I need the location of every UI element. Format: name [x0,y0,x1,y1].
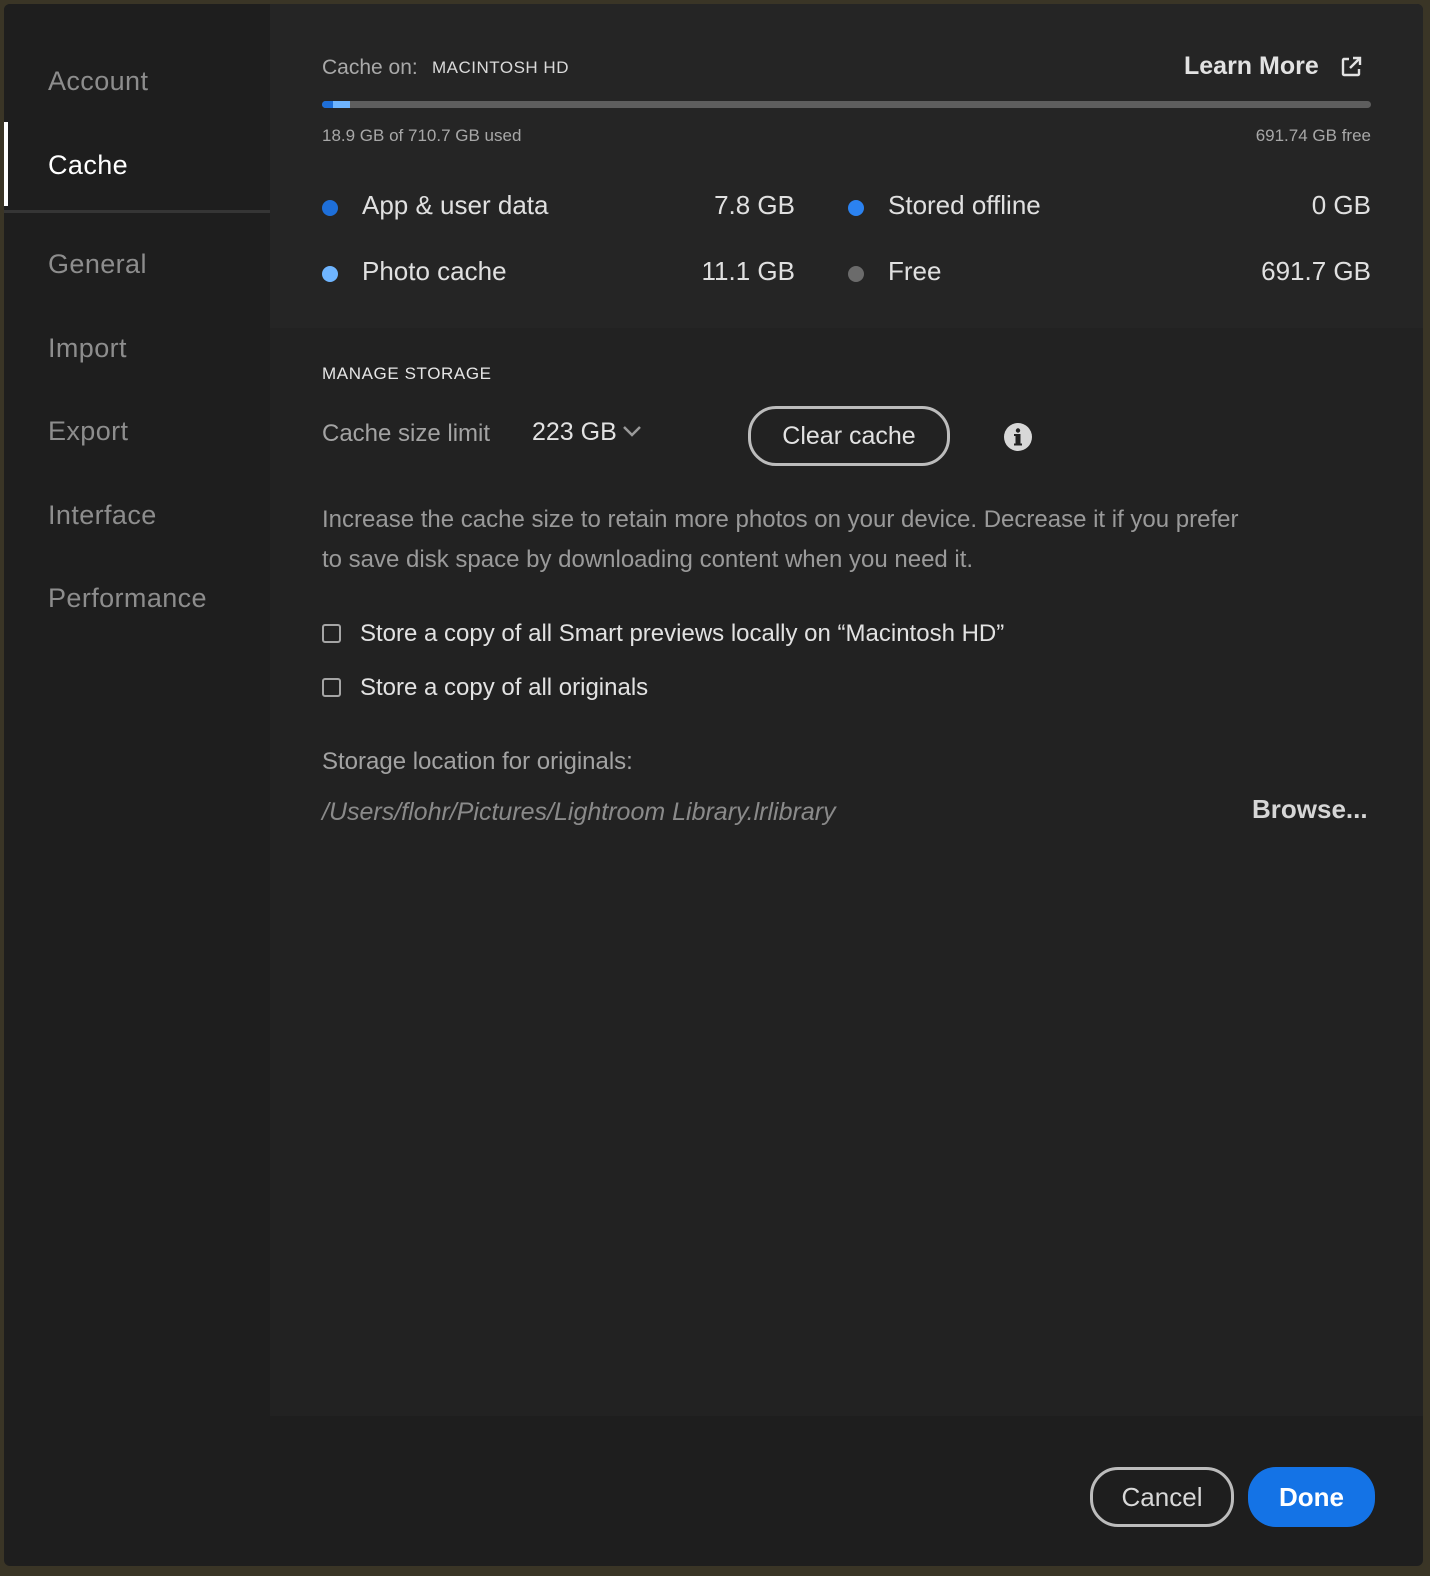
active-indicator [4,122,8,206]
legend-dot-photo-cache [322,266,338,282]
done-button[interactable]: Done [1248,1467,1375,1527]
cache-size-limit-label: Cache size limit [322,420,491,447]
storage-location-path: /Users/flohr/Pictures/Lightroom Library.… [322,798,836,826]
used-text: 18.9 GB of 710.7 GB used [322,126,522,145]
cache-size-limit-select[interactable]: 223 GB [532,418,617,447]
smart-previews-option: Store a copy of all Smart previews local… [322,620,1122,650]
preferences-dialog: Account Cache General Import Export Inte… [4,4,1423,1566]
legend-label-photo-cache: Photo cache [362,256,507,286]
legend-dot-free [848,266,864,282]
clear-cache-button[interactable]: Clear cache [748,406,950,466]
photo-cache-segment [333,101,350,108]
legend-label-app-data: App & user data [362,190,549,220]
cache-panel: Cache on: MACINTOSH HD Learn More 18.9 G… [270,4,1423,1416]
originals-checkbox[interactable] [322,678,341,697]
storage-summary: Cache on: MACINTOSH HD Learn More 18.9 G… [270,4,1423,328]
legend-label-stored-offline: Stored offline [888,190,1041,220]
legend-label-free: Free [888,256,942,286]
chevron-down-icon[interactable] [622,424,642,438]
sidebar-item-cache[interactable]: Cache [48,150,128,181]
legend-value-app-data: 7.8 GB [714,190,795,220]
cancel-button[interactable]: Cancel [1090,1467,1234,1527]
legend-dot-stored-offline [848,200,864,216]
storage-usage-bar [322,101,1371,108]
originals-label: Store a copy of all originals [360,674,649,701]
storage-location-label: Storage location for originals: [322,748,633,775]
learn-more-link[interactable]: Learn More [1184,52,1319,81]
sidebar-divider [4,210,270,213]
free-text: 691.74 GB free [1255,126,1371,145]
sidebar-item-performance[interactable]: Performance [48,583,207,614]
sidebar-item-export[interactable]: Export [48,416,128,447]
manage-storage-heading: MANAGE STORAGE [322,364,492,383]
smart-previews-checkbox[interactable] [322,624,341,643]
sidebar-item-general[interactable]: General [48,249,147,280]
cache-on-label: Cache on: [322,56,418,79]
sidebar-item-interface[interactable]: Interface [48,500,157,531]
sidebar-item-account[interactable]: Account [48,66,148,97]
sidebar-item-import[interactable]: Import [48,333,127,364]
originals-option: Store a copy of all originals [322,674,1122,704]
smart-previews-label: Store a copy of all Smart previews local… [360,620,1005,647]
legend-value-free: 691.7 GB [1261,256,1371,286]
app-data-segment [322,101,333,108]
drive-name: MACINTOSH HD [432,58,569,77]
cache-description: Increase the cache size to retain more p… [322,506,1239,573]
sidebar: Account Cache General Import Export Inte… [4,4,270,1416]
legend-dot-app-data [322,200,338,216]
external-link-icon[interactable] [1340,56,1362,78]
browse-button[interactable]: Browse... [1252,794,1368,825]
storage-usage-fill [322,101,350,108]
legend-value-stored-offline: 0 GB [1311,190,1371,220]
info-icon[interactable] [1003,422,1033,452]
legend-value-photo-cache: 11.1 GB [701,256,795,286]
